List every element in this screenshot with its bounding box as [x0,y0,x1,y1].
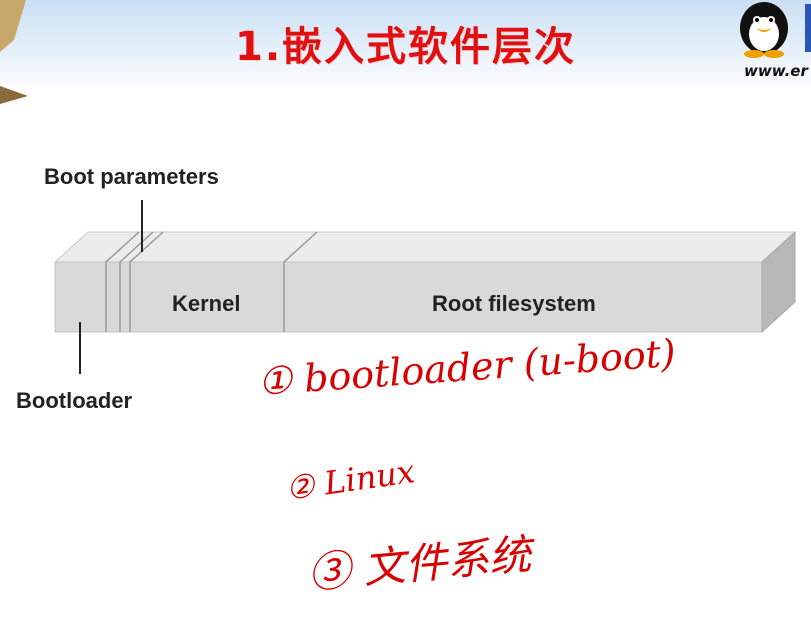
bar-top-face [53,231,797,263]
bar-front-face [54,261,763,333]
bootloader-label: Bootloader [16,388,133,413]
root-filesystem-label: Root filesystem [432,291,596,316]
kernel-label: Kernel [172,291,240,316]
boot-parameters-label: Boot parameters [44,164,219,189]
